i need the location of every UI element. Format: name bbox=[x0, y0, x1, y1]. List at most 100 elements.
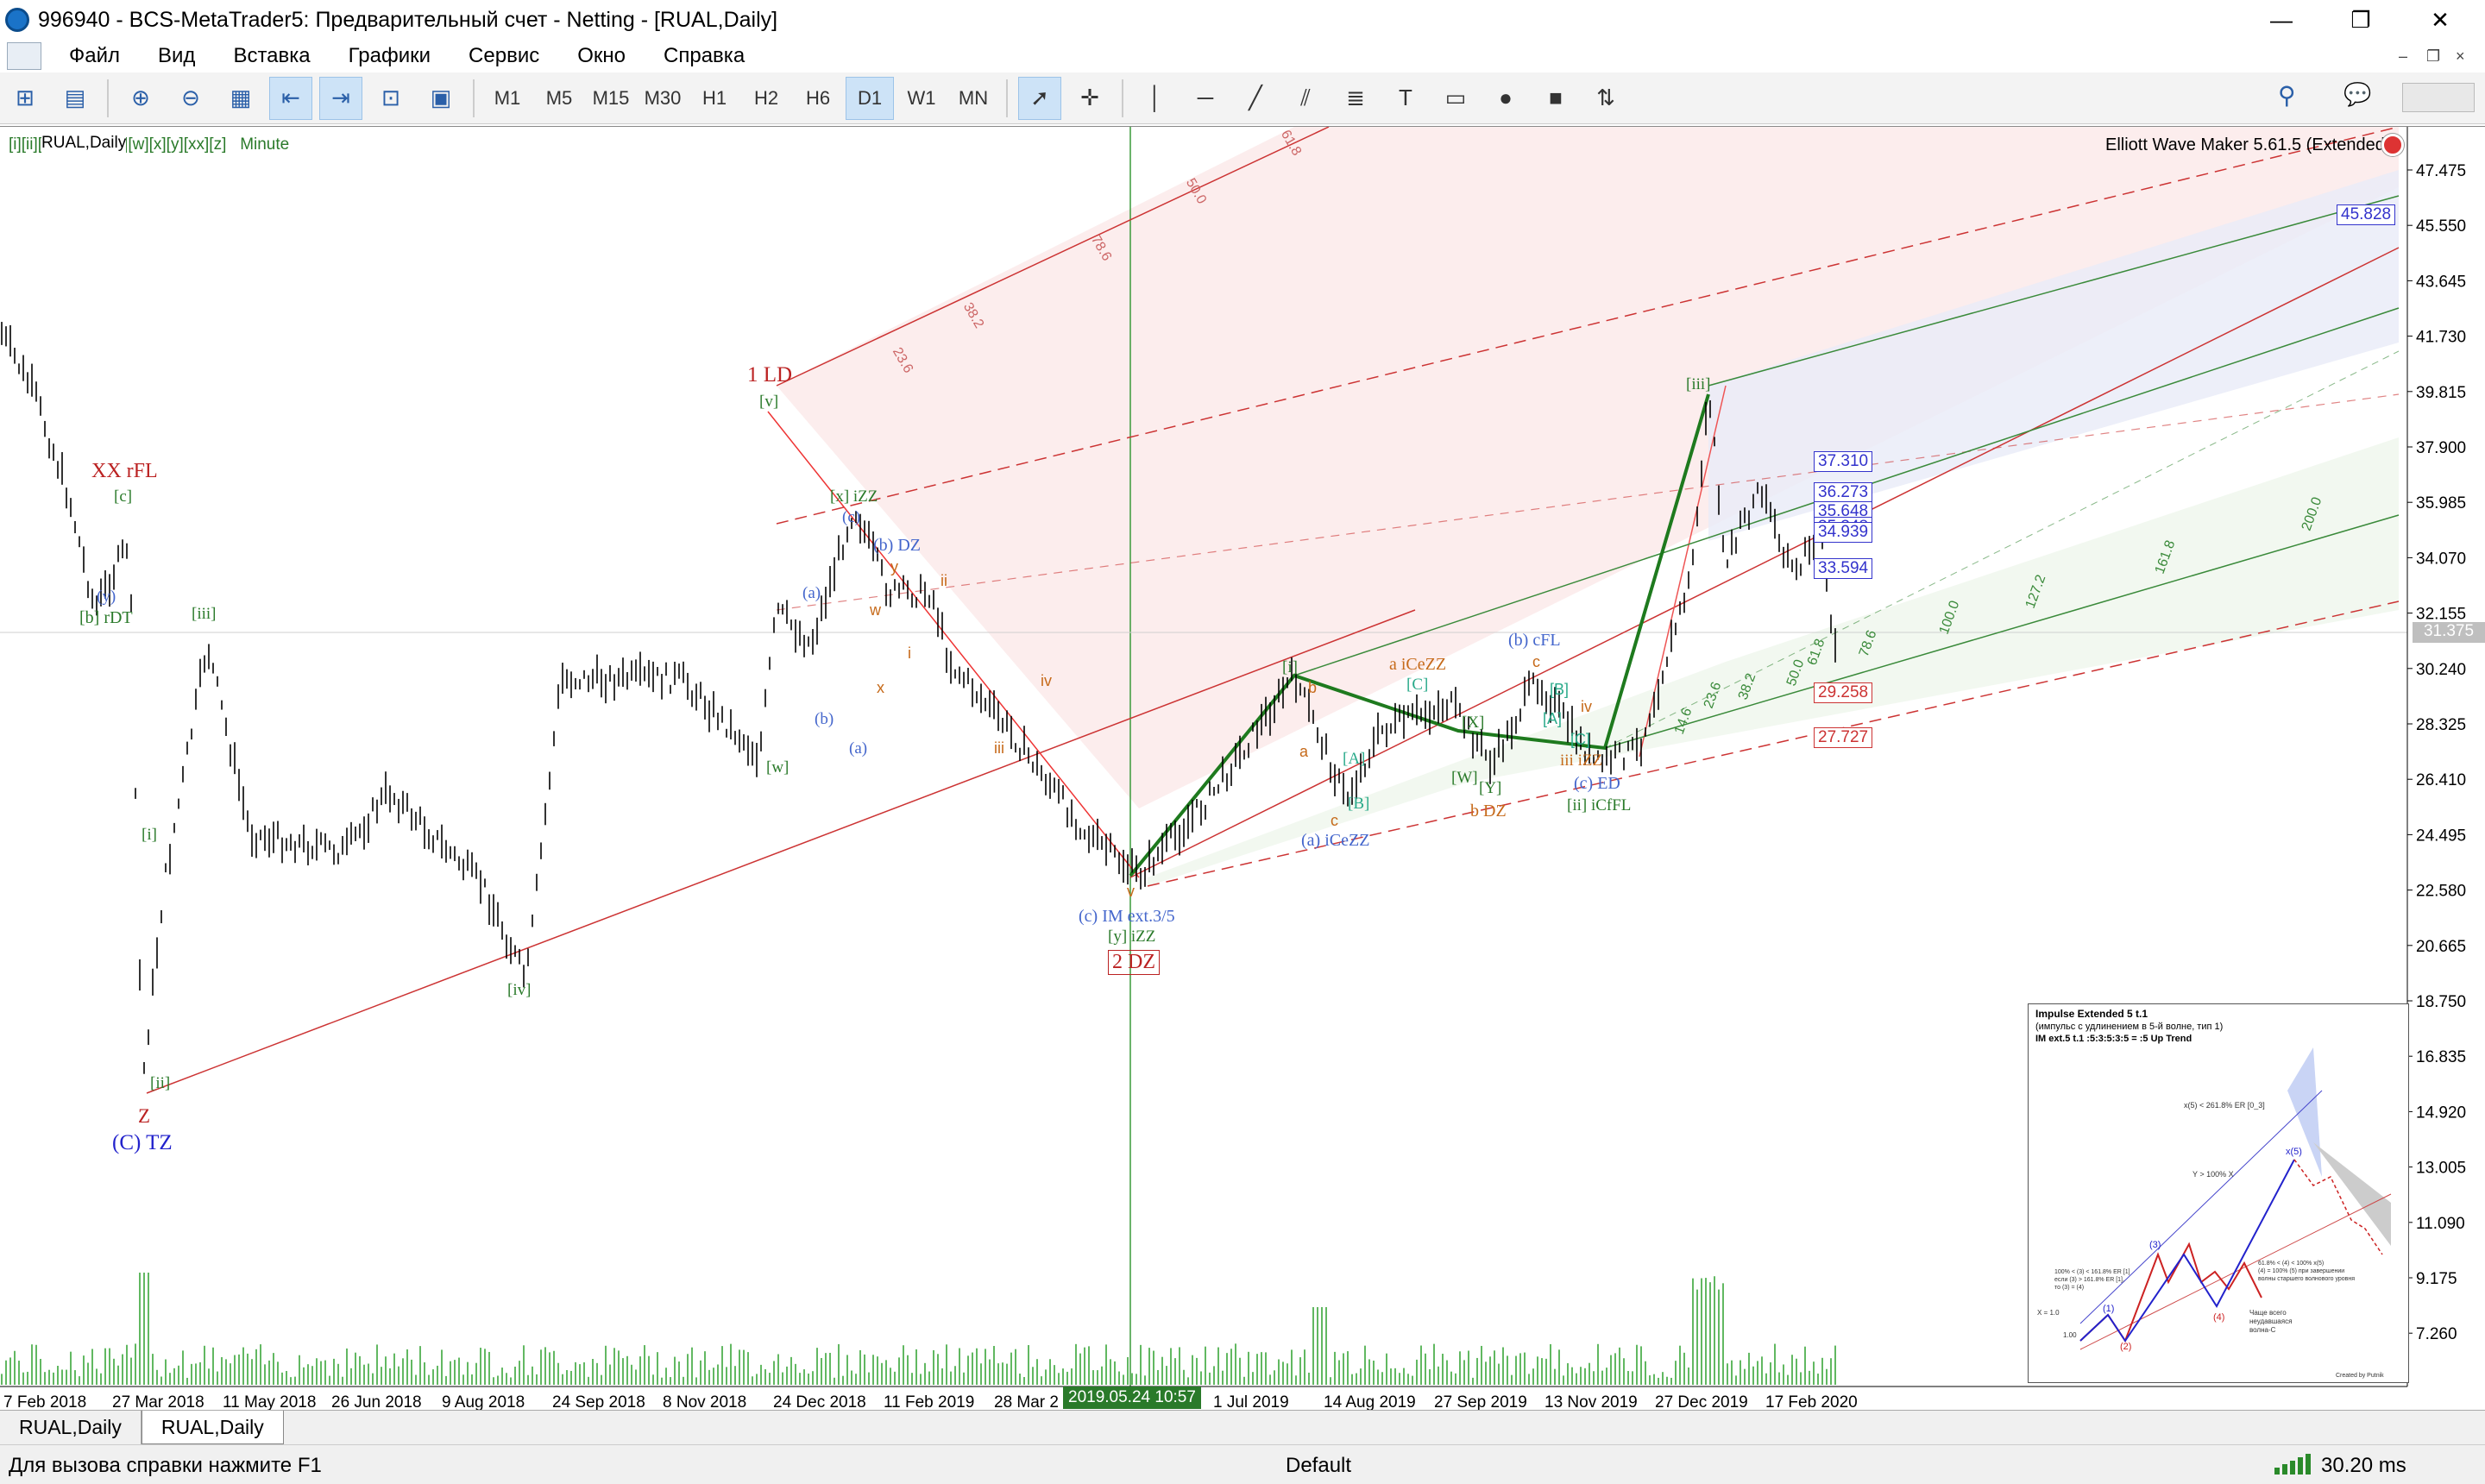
wave-label: [iii] bbox=[192, 605, 217, 623]
text-label-icon[interactable]: ▭ bbox=[1434, 77, 1477, 120]
wave-label: [A] bbox=[1543, 710, 1563, 727]
timeframe-w1[interactable]: W1 bbox=[897, 77, 946, 120]
price-tick: 20.665 bbox=[2416, 938, 2466, 956]
search-field[interactable] bbox=[2402, 83, 2475, 112]
time-tick: 7 Feb 2018 bbox=[3, 1393, 86, 1411]
menu-view[interactable]: Вид bbox=[139, 44, 214, 68]
vertical-line-icon[interactable]: │ bbox=[1134, 77, 1177, 120]
timeframe-h2[interactable]: H2 bbox=[742, 77, 790, 120]
profiles-icon[interactable]: ▤ bbox=[53, 77, 97, 120]
horizontal-line-icon[interactable]: ─ bbox=[1184, 77, 1227, 120]
zoom-in-icon[interactable]: ⊕ bbox=[119, 77, 162, 120]
indicators-icon[interactable]: ⊡ bbox=[369, 77, 412, 120]
menu-service[interactable]: Сервис bbox=[450, 44, 558, 68]
inset-note: X = 1.0 bbox=[2037, 1309, 2060, 1317]
tile-windows-icon[interactable]: ▦ bbox=[219, 77, 262, 120]
inset-note: (4) = 100% (5) при завершении bbox=[2258, 1268, 2344, 1274]
timeframe-h6[interactable]: H6 bbox=[794, 77, 842, 120]
timeframe-h1[interactable]: H1 bbox=[690, 77, 739, 120]
equidistant-channel-icon[interactable]: ⫽ bbox=[1284, 77, 1327, 120]
chart-window-icon bbox=[7, 42, 41, 70]
price-tick: 35.985 bbox=[2416, 494, 2466, 512]
minimize-button[interactable]: — bbox=[2242, 0, 2321, 40]
connection-bars-icon bbox=[2274, 1454, 2326, 1475]
chart-shift-icon[interactable]: ⇤ bbox=[269, 76, 312, 120]
menu-insert[interactable]: Вставка bbox=[214, 44, 329, 68]
restore-button[interactable]: ❐ bbox=[2321, 0, 2400, 40]
mdi-restore-button[interactable]: ❐ bbox=[2426, 47, 2440, 66]
inset-note: волны старшего волнового уровня bbox=[2258, 1276, 2355, 1282]
timeframe-m30[interactable]: M30 bbox=[639, 77, 687, 120]
wave-label: (b) DZ bbox=[873, 536, 921, 555]
pattern-inset: Impulse Extended 5 t.1 (импульс с удлине… bbox=[2028, 1003, 2409, 1383]
timeframe-mn[interactable]: MN bbox=[949, 77, 997, 120]
wave-label: [X] bbox=[1462, 714, 1485, 732]
price-box: 36.273 bbox=[1814, 482, 1873, 503]
autoscroll-icon[interactable]: ⇥ bbox=[319, 76, 362, 120]
profile-name: Default bbox=[1286, 1454, 1352, 1477]
zoom-out-icon[interactable]: ⊖ bbox=[169, 77, 212, 120]
time-axis-labels: 7 Feb 2018 27 Mar 2018 11 May 2018 26 Jun 2… bbox=[3, 1393, 1858, 1411]
search-icon[interactable]: ⚲ bbox=[2278, 81, 2296, 110]
time-tick: 27 Dec 2019 bbox=[1655, 1393, 1748, 1411]
text-icon[interactable]: T bbox=[1384, 77, 1427, 120]
price-tick: 32.155 bbox=[2416, 606, 2466, 624]
price-tick: 28.325 bbox=[2416, 716, 2466, 734]
wave-label: (c) IM ext.3/5 bbox=[1079, 907, 1175, 926]
price-tick: 13.005 bbox=[2416, 1160, 2466, 1178]
wave-label: [ii] iCfFL bbox=[1567, 796, 1632, 814]
time-tick: 11 Feb 2019 bbox=[884, 1393, 974, 1411]
wave-label: iv bbox=[1041, 672, 1052, 689]
menu-window[interactable]: Окно bbox=[558, 44, 645, 68]
ellipse-icon[interactable]: ● bbox=[1484, 77, 1527, 120]
menu-charts[interactable]: Графики bbox=[330, 44, 450, 68]
chat-icon[interactable]: 💬 bbox=[2343, 81, 2371, 108]
fibonacci-icon[interactable]: ≣ bbox=[1334, 77, 1377, 120]
indicator-close-icon[interactable] bbox=[2381, 134, 2404, 156]
wave-label: (a) iCeZZ bbox=[1301, 831, 1370, 850]
separator bbox=[1122, 79, 1123, 117]
price-tick: 14.920 bbox=[2416, 1104, 2466, 1122]
templates-icon[interactable]: ▣ bbox=[419, 77, 462, 120]
rectangle-icon[interactable]: ■ bbox=[1534, 77, 1577, 120]
menu-file[interactable]: Файл bbox=[50, 44, 139, 68]
inset-note: Y > 100% X bbox=[2192, 1170, 2234, 1179]
inset-note: неудавшаяся bbox=[2249, 1317, 2292, 1325]
wave-label: [B] bbox=[1550, 681, 1570, 698]
symbol-label: RUAL,Daily bbox=[41, 134, 127, 153]
crosshair-time-badge: 2019.05.24 10:57 bbox=[1063, 1387, 1201, 1409]
cursor-icon[interactable]: ➚ bbox=[1018, 76, 1061, 120]
crosshair-icon[interactable]: ✛ bbox=[1068, 77, 1111, 120]
timeframe-m15[interactable]: M15 bbox=[587, 77, 635, 120]
time-tick: 17 Feb 2020 bbox=[1765, 1393, 1858, 1411]
chart-area[interactable]: 47.475 45.550 43.645 41.730 39.815 37.900 35.9… bbox=[0, 126, 2485, 1411]
inset-wave-label: (2) bbox=[2120, 1342, 2131, 1352]
mdi-minimize-button[interactable]: – bbox=[2399, 47, 2407, 66]
chart-tab-active[interactable]: RUAL,Daily bbox=[141, 1411, 284, 1444]
close-button[interactable]: ✕ bbox=[2400, 0, 2480, 40]
wave-label: c bbox=[1331, 812, 1338, 829]
price-tick: 45.550 bbox=[2416, 217, 2466, 236]
timeframe-m1[interactable]: M1 bbox=[483, 77, 532, 120]
menu-help[interactable]: Справка bbox=[645, 44, 764, 68]
separator bbox=[473, 79, 475, 117]
inset-wave-label: (4) bbox=[2213, 1312, 2224, 1323]
chart-tab[interactable]: RUAL,Daily bbox=[0, 1411, 142, 1444]
current-price-badge: 31.375 bbox=[2413, 622, 2485, 643]
trendline-icon[interactable]: ╱ bbox=[1234, 77, 1277, 120]
price-axis bbox=[2407, 127, 2485, 1387]
price-box: 27.727 bbox=[1814, 727, 1873, 748]
inset-subtitle: (импульс с удлинением в 5-й волне, тип 1… bbox=[2035, 1022, 2224, 1032]
timeframe-m5[interactable]: M5 bbox=[535, 77, 583, 120]
wave-label: (a) bbox=[802, 584, 821, 602]
new-chart-icon[interactable]: ⊞ bbox=[3, 77, 47, 120]
wave-label: [w] bbox=[766, 758, 790, 777]
timeframe-d1[interactable]: D1 bbox=[846, 76, 894, 120]
wave-label: w bbox=[870, 601, 881, 619]
mdi-close-button[interactable]: × bbox=[2456, 47, 2465, 66]
wave-label: [A] bbox=[1343, 750, 1366, 768]
wave-label: y bbox=[890, 558, 898, 575]
wave-label: x bbox=[877, 679, 884, 696]
arrows-icon[interactable]: ⇅ bbox=[1584, 77, 1627, 120]
wave-label: (b) bbox=[815, 710, 834, 728]
